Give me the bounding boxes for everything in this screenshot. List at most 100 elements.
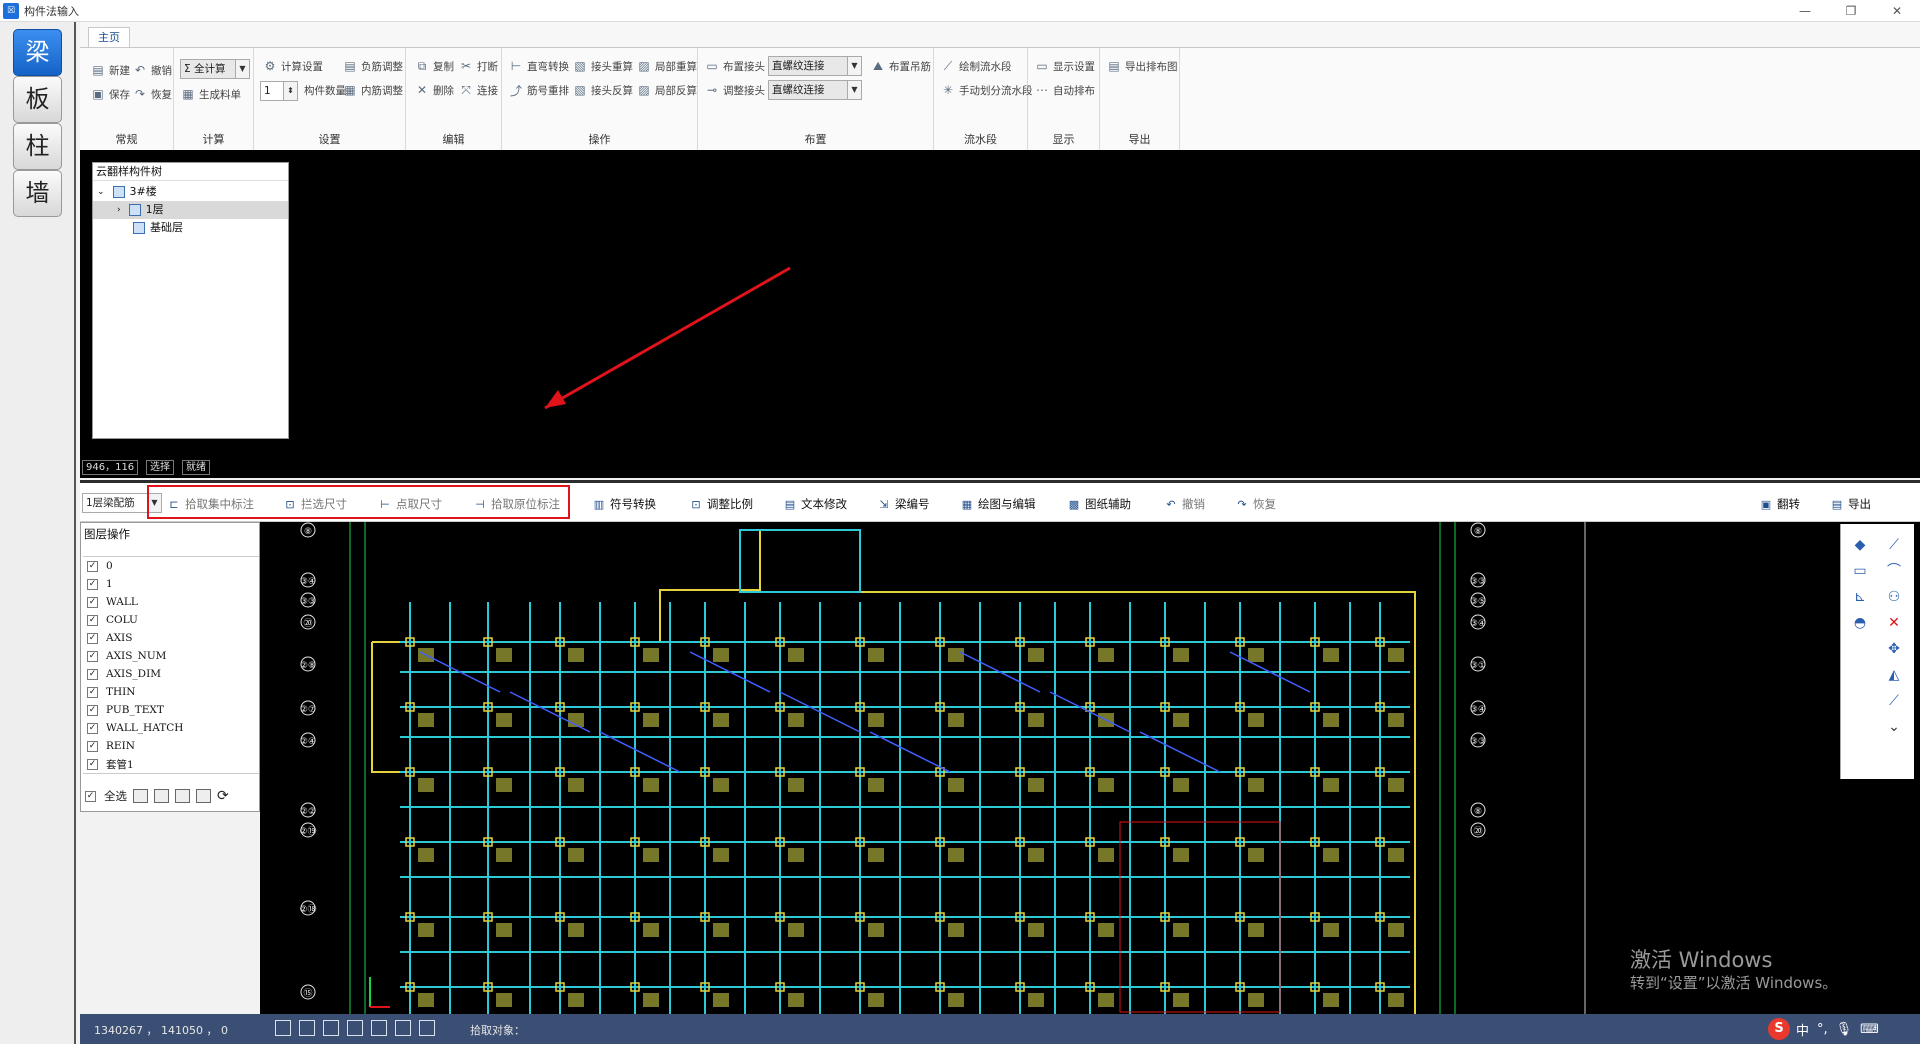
eraser-icon[interactable]: ◆ [1849, 534, 1871, 556]
manual-section-button[interactable]: ✳ 手动划分流水段 [940, 80, 1033, 100]
polar-icon[interactable] [347, 1020, 363, 1036]
layer-row[interactable]: ✓ REIN [83, 737, 259, 755]
delete-button[interactable]: ✕ 删除 [414, 80, 454, 100]
refresh-icon[interactable]: ⟳ [217, 788, 229, 804]
undo-draw-button[interactable]: ↶ 撤销 [1164, 494, 1205, 514]
tree-node-building[interactable]: ⌄ 3#楼 [97, 183, 157, 201]
layer-row[interactable]: ✓ 套管1 [83, 755, 259, 773]
inner-rebar-adjust-button[interactable]: ▦ 内筋调整 [342, 80, 403, 100]
text-edit-button[interactable]: ▤ 文本修改 [783, 494, 847, 514]
half-circle-icon[interactable]: ◓ [1849, 612, 1871, 634]
delete-icon[interactable]: ✕ [1883, 612, 1905, 634]
layer-checkbox[interactable]: ✓ [87, 560, 98, 572]
layer-row[interactable]: ✓ COLU [83, 611, 259, 629]
symbol-convert-button[interactable]: ▥ 符号转换 [592, 494, 656, 514]
export-layout-button[interactable]: ▤ 导出排布图 [1106, 56, 1177, 76]
layer-row[interactable]: ✓ PUB_TEXT [83, 701, 259, 719]
layer-checkbox[interactable]: ✓ [87, 686, 98, 698]
chevron-right-icon[interactable]: › [117, 201, 121, 219]
layer-tool-icon-2[interactable] [154, 789, 169, 803]
layer-row[interactable]: ✓ AXIS_NUM [83, 647, 259, 665]
layer-tool-icon-4[interactable] [196, 789, 211, 803]
layer-checkbox[interactable]: ✓ [87, 632, 98, 644]
select-all-checkbox[interactable]: ✓ [85, 790, 96, 802]
cad-canvas[interactable]: ⑧ ③④ ③③ ⑳ ②⑧ ②⑦ ②④ ②② ②⑲ ②⑱ ⑮ ⑧ ③③ ③⑤ ③④ ③① ③④ ③③ ⑧ ⑳ [260, 522, 1920, 1014]
break-button[interactable]: ✂ 打断 [458, 56, 498, 76]
undo-button[interactable]: ↶ 撤销 [132, 60, 172, 80]
layer-row[interactable]: ✓ 0 [83, 557, 259, 575]
expand-down-icon[interactable]: ⌄ [1883, 716, 1905, 738]
local-reverse-button[interactable]: ▨ 局部反算 [636, 80, 697, 100]
negative-rebar-adjust-button[interactable]: ▤ 负筋调整 [342, 56, 403, 76]
layer-checkbox[interactable]: ✓ [87, 740, 98, 752]
calc-all-button[interactable]: Σ 全计算 ▼ [180, 59, 250, 79]
draw-section-button[interactable]: ⟋ 绘制流水段 [940, 56, 1012, 76]
minimize-button[interactable]: — [1782, 0, 1828, 22]
move-icon[interactable]: ✥ [1883, 638, 1905, 660]
rebar-renumber-button[interactable]: ⤴ 筋号重排 [508, 80, 569, 100]
joint-recalc-button[interactable]: ▧ 接头重算 [572, 56, 633, 76]
adjust-joint-button[interactable]: ⊸ 调整接头 [704, 80, 765, 100]
place-joint-button[interactable]: ▭ 布置接头 [704, 56, 765, 76]
joint-type-select-1[interactable]: 直螺纹连接 ▼ [768, 56, 862, 76]
layer-checkbox[interactable]: ✓ [87, 596, 98, 608]
layer-checkbox[interactable]: ✓ [87, 722, 98, 734]
joint-reverse-button[interactable]: ▧ 接头反算 [572, 80, 633, 100]
layer-row[interactable]: ✓ WALL_HATCH [83, 719, 259, 737]
layer-row[interactable]: ✓ AXIS [83, 629, 259, 647]
module-wall-button[interactable]: 墙 [13, 170, 62, 217]
place-hanging-rebar-button[interactable]: ⛰ 布置吊筋 [870, 56, 931, 76]
module-beam-button[interactable]: 梁 [13, 29, 62, 76]
ime-indicator[interactable]: S 中 °, 🎙 ⌨ [1768, 1014, 1879, 1044]
close-button[interactable]: ✕ [1874, 0, 1920, 22]
osnap-icon[interactable] [371, 1020, 387, 1036]
layer-row[interactable]: ✓ THIN [83, 683, 259, 701]
layer-checkbox[interactable]: ✓ [87, 668, 98, 680]
layer-checkbox[interactable]: ✓ [87, 614, 98, 626]
auto-layout-button[interactable]: ⋯ 自动排布 [1034, 80, 1095, 100]
tree-node-foundation[interactable]: 基础层 [133, 219, 183, 237]
flip-button[interactable]: ▣ 翻转 [1759, 494, 1800, 514]
trim-icon[interactable]: ⟋ [1883, 690, 1905, 712]
rectangle-icon[interactable]: ▭ [1849, 560, 1871, 582]
module-column-button[interactable]: 柱 [13, 123, 62, 170]
redo-button[interactable]: ↷ 恢复 [132, 84, 172, 104]
arc-icon[interactable]: ⌒ [1883, 560, 1905, 582]
count-spinner[interactable]: 1 ⬍ [260, 81, 298, 101]
redo-draw-button[interactable]: ↷ 恢复 [1235, 494, 1276, 514]
circles-icon[interactable]: ⚇ [1883, 586, 1905, 608]
export-draw-button[interactable]: ▤ 导出 [1830, 494, 1871, 514]
local-recalc-button[interactable]: ▨ 局部重算 [636, 56, 697, 76]
beam-number-button[interactable]: ⇲ 梁编号 [877, 494, 929, 514]
layer-checkbox[interactable]: ✓ [87, 650, 98, 662]
display-settings-button[interactable]: ▭ 显示设置 [1034, 56, 1095, 76]
tab-home[interactable]: 主页 [88, 27, 130, 47]
layer-checkbox[interactable]: ✓ [87, 758, 98, 770]
angle-icon[interactable]: ⊾ [1849, 586, 1871, 608]
tree-node-floor-1[interactable]: › 1层 [93, 201, 288, 219]
layer-row[interactable]: ✓ AXIS_DIM [83, 665, 259, 683]
lineweight-icon[interactable] [419, 1020, 435, 1036]
generate-list-button[interactable]: ▦ 生成料单 [180, 84, 241, 104]
layer-row[interactable]: ✓ WALL [83, 593, 259, 611]
calc-settings-button[interactable]: ⚙ 计算设置 [262, 56, 323, 76]
layer-checkbox[interactable]: ✓ [87, 578, 98, 590]
mirror-icon[interactable]: ◭ [1883, 664, 1905, 686]
copy-button[interactable]: ⧉ 复制 [414, 56, 454, 76]
save-button[interactable]: ▣ 保存 [90, 84, 130, 104]
module-slab-button[interactable]: 板 [13, 76, 62, 123]
grid-display-icon[interactable] [299, 1020, 315, 1036]
draw-edit-button[interactable]: ▦ 绘图与编辑 [960, 494, 1036, 514]
joint-type-select-2[interactable]: 直螺纹连接 ▼ [768, 80, 862, 100]
layer-checkbox[interactable]: ✓ [87, 704, 98, 716]
chevron-down-icon[interactable]: ⌄ [97, 183, 105, 201]
ortho-icon[interactable] [323, 1020, 339, 1036]
layer-row[interactable]: ✓ 1 [83, 575, 259, 593]
adjust-scale-button[interactable]: ⊡ 调整比例 [689, 494, 753, 514]
upper-canvas[interactable] [80, 150, 1920, 478]
new-button[interactable]: ▤ 新建 [90, 60, 130, 80]
layer-tool-icon-3[interactable] [175, 789, 190, 803]
restore-button[interactable]: ❐ [1828, 0, 1874, 22]
connect-button[interactable]: ⤧ 连接 [458, 80, 498, 100]
straight-bend-convert-button[interactable]: ⊢ 直弯转换 [508, 56, 569, 76]
